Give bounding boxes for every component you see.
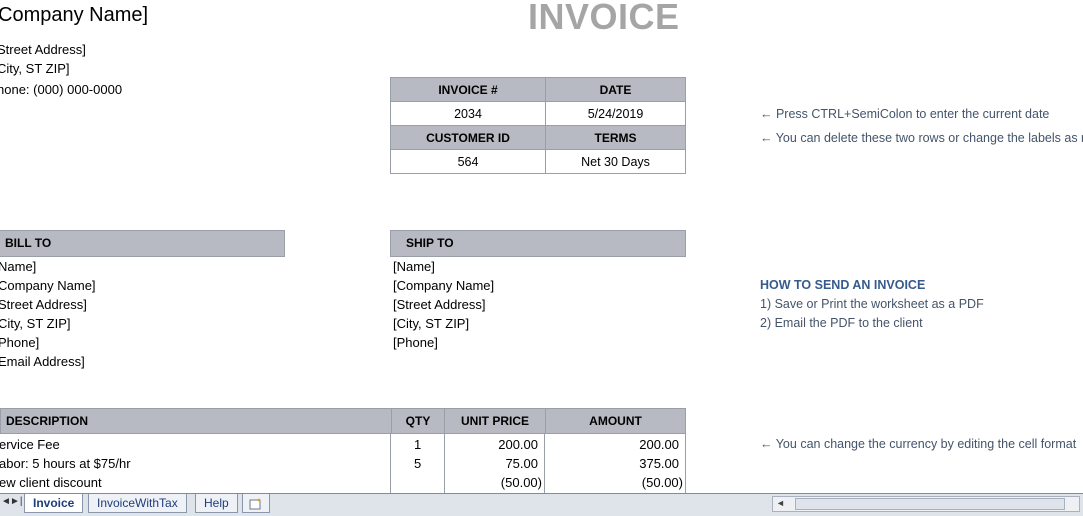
- item-qty: 5: [414, 456, 422, 471]
- ship-to-line[interactable]: [Street Address]: [393, 297, 486, 312]
- qty-header: QTY: [392, 409, 445, 433]
- item-description: ervice Fee: [0, 437, 60, 452]
- worksheet-area[interactable]: Company Name] Street Address] City, ST Z…: [0, 0, 1083, 493]
- tab-help[interactable]: Help: [195, 494, 238, 513]
- item-description: abor: 5 hours at $75/hr: [0, 456, 131, 471]
- date-cell[interactable]: 5/24/2019: [545, 101, 686, 126]
- item-amount: 200.00: [639, 437, 679, 452]
- date-tip-note: ← Press CTRL+SemiColon to enter the curr…: [760, 107, 1050, 121]
- how-to-send-title: HOW TO SEND AN INVOICE: [760, 278, 926, 292]
- ship-to-label: SHIP TO: [406, 236, 454, 250]
- how-to-send-step: 1) Save or Print the worksheet as a PDF: [760, 297, 984, 311]
- bill-to-header: BILL TO: [0, 230, 285, 257]
- unit-price-header: UNIT PRICE: [445, 409, 546, 433]
- invoice-number-cell[interactable]: 2034: [390, 101, 546, 126]
- description-header: DESCRIPTION: [1, 409, 392, 433]
- item-qty: 1: [414, 437, 422, 452]
- items-table-header: DESCRIPTION QTY UNIT PRICE AMOUNT: [0, 408, 686, 434]
- tab-invoice[interactable]: Invoice: [24, 494, 84, 513]
- scroll-left-arrow-icon[interactable]: ◄: [776, 498, 785, 508]
- bill-to-line[interactable]: Street Address]: [0, 297, 87, 312]
- ship-to-line[interactable]: [Name]: [393, 259, 435, 274]
- item-unit-price: 75.00: [505, 456, 538, 471]
- sheet-tab-bar: ◄ ►| Invoice InvoiceWithTax Help ◄: [0, 493, 1083, 516]
- terms-label: TERMS: [545, 125, 686, 150]
- date-label: DATE: [545, 77, 686, 102]
- tab-invoice-with-tax[interactable]: InvoiceWithTax: [88, 494, 187, 513]
- currency-tip-note: ← You can change the currency by editing…: [760, 437, 1077, 451]
- horizontal-scrollbar[interactable]: ◄: [772, 496, 1080, 512]
- bill-to-line[interactable]: City, ST ZIP]: [0, 316, 70, 331]
- ship-to-line[interactable]: [Company Name]: [393, 278, 494, 293]
- ship-to-header: SHIP TO: [390, 230, 686, 257]
- bill-to-line[interactable]: Name]: [0, 259, 36, 274]
- company-city: City, ST ZIP]: [0, 61, 70, 76]
- invoice-number-label: INVOICE #: [390, 77, 546, 102]
- customer-id-cell[interactable]: 564: [390, 149, 546, 174]
- table-row[interactable]: abor: 5 hours at $75/hr 5 75.00 375.00: [0, 455, 686, 474]
- insert-sheet-icon[interactable]: [242, 494, 270, 513]
- item-unit-price: 200.00: [498, 437, 538, 452]
- customer-id-label: CUSTOMER ID: [390, 125, 546, 150]
- company-name: Company Name]: [0, 4, 149, 26]
- how-to-send-step: 2) Email the PDF to the client: [760, 316, 923, 330]
- item-unit-price: (50.00): [500, 475, 542, 490]
- item-description: ew client discount: [0, 475, 102, 490]
- tab-scroll-last-button[interactable]: ►|: [10, 496, 23, 507]
- item-amount: (50.00): [641, 475, 683, 490]
- bill-to-line[interactable]: Phone]: [0, 335, 39, 350]
- scrollbar-thumb[interactable]: [795, 498, 1065, 510]
- invoice-title: INVOICE: [528, 0, 680, 37]
- invoice-meta-table: INVOICE # DATE 2034 5/24/2019 CUSTOMER I…: [390, 77, 686, 174]
- company-phone: hone: (000) 000-0000: [0, 82, 123, 97]
- company-street: Street Address]: [0, 42, 86, 57]
- bill-to-line[interactable]: Company Name]: [0, 278, 96, 293]
- table-row[interactable]: ervice Fee 1 200.00 200.00: [0, 436, 686, 455]
- table-row[interactable]: ew client discount (50.00) (50.00): [0, 474, 686, 493]
- ship-to-line[interactable]: [City, ST ZIP]: [393, 316, 469, 331]
- ship-to-line[interactable]: [Phone]: [393, 335, 438, 350]
- bill-to-label: BILL TO: [5, 236, 52, 250]
- amount-header: AMOUNT: [589, 414, 642, 428]
- rows-tip-note: ← You can delete these two rows or chang…: [760, 131, 1083, 145]
- item-amount: 375.00: [639, 456, 679, 471]
- terms-cell[interactable]: Net 30 Days: [545, 149, 686, 174]
- bill-to-line[interactable]: Email Address]: [0, 354, 85, 369]
